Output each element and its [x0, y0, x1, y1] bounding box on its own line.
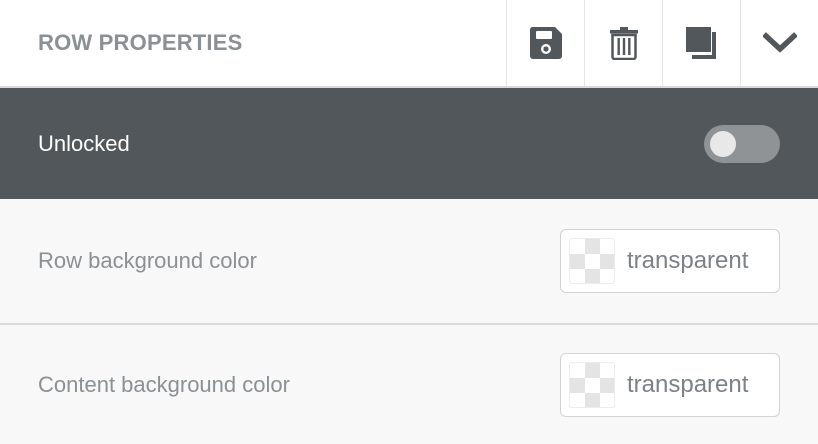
row-background-color-value: transparent	[627, 247, 749, 274]
row-background-color-label: Row background color	[38, 248, 257, 273]
duplicate-button[interactable]	[662, 0, 740, 86]
toggle-knob	[710, 130, 736, 157]
collapse-button[interactable]	[740, 0, 818, 86]
lock-row: Unlocked	[0, 88, 818, 199]
lock-toggle[interactable]	[704, 124, 780, 163]
content-background-color-row: Content background color transparent	[0, 325, 818, 444]
row-properties-panel: ROW PROPERTIES Unlocked Row background c…	[0, 0, 818, 444]
chevron-down-icon	[762, 32, 797, 53]
content-background-color-picker[interactable]: transparent	[560, 353, 780, 417]
lock-status-label: Unlocked	[38, 130, 130, 156]
delete-button[interactable]	[584, 0, 662, 86]
color-swatch	[569, 362, 615, 408]
trash-icon	[609, 27, 638, 60]
panel-header: ROW PROPERTIES	[0, 0, 818, 88]
panel-title: ROW PROPERTIES	[38, 30, 243, 55]
duplicate-icon	[685, 27, 716, 59]
content-background-color-label: Content background color	[38, 372, 290, 397]
save-button[interactable]	[506, 0, 584, 86]
header-toolbar	[506, 0, 818, 86]
row-background-color-row: Row background color transparent	[0, 199, 818, 325]
save-icon	[529, 27, 562, 59]
row-background-color-picker[interactable]: transparent	[560, 229, 780, 293]
color-swatch	[569, 238, 615, 284]
content-background-color-value: transparent	[627, 371, 749, 398]
